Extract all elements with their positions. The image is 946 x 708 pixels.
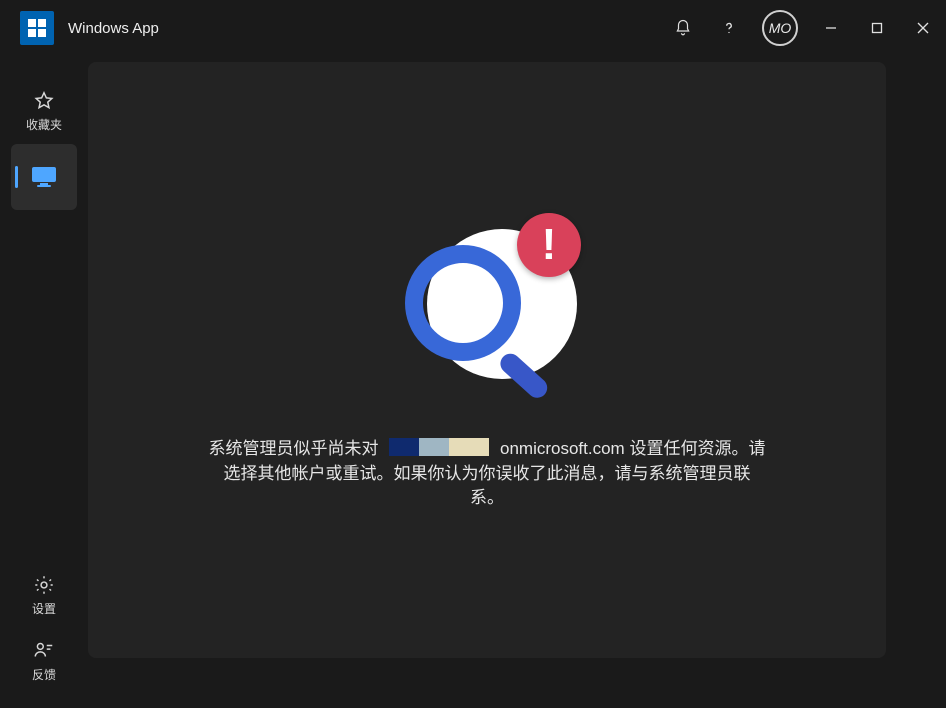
close-icon [917, 22, 929, 34]
message-part1: 系统管理员似乎尚未对 [209, 439, 379, 458]
maximize-icon [871, 22, 883, 34]
sidebar-item-favorites[interactable]: 收藏夹 [11, 78, 77, 144]
titlebar: Windows App MO [0, 0, 946, 56]
redacted-account [389, 438, 489, 456]
help-button[interactable] [706, 0, 752, 56]
windows-app-icon [20, 11, 54, 45]
avatar-initials: MO [769, 20, 792, 36]
app-body: 收藏夹 设置 [0, 56, 946, 708]
sidebar-item-devices[interactable] [11, 144, 77, 210]
app-window: Windows App MO [0, 0, 946, 708]
magnifier-icon [405, 245, 521, 361]
feedback-icon [33, 640, 55, 662]
maximize-button[interactable] [854, 0, 900, 56]
monitor-icon [31, 166, 57, 188]
star-icon [33, 90, 55, 112]
sidebar-item-label: 设置 [32, 600, 56, 617]
sidebar-item-settings[interactable]: 设置 [11, 562, 77, 628]
close-button[interactable] [900, 0, 946, 56]
bell-icon [674, 19, 692, 37]
empty-state-panel: ! 系统管理员似乎尚未对 onmicrosoft.com 设置任何资源。请选择其… [88, 62, 886, 658]
search-error-illustration: ! [387, 209, 587, 409]
empty-state-message: 系统管理员似乎尚未对 onmicrosoft.com 设置任何资源。请选择其他帐… [207, 437, 767, 511]
avatar: MO [762, 10, 798, 46]
account-button[interactable]: MO [752, 0, 808, 56]
sidebar: 收藏夹 设置 [0, 56, 88, 708]
minimize-button[interactable] [808, 0, 854, 56]
notifications-button[interactable] [660, 0, 706, 56]
minimize-icon [825, 22, 837, 34]
sidebar-item-label: 反馈 [32, 666, 56, 683]
app-title: Windows App [68, 20, 159, 37]
content-area: ! 系统管理员似乎尚未对 onmicrosoft.com 设置任何资源。请选择其… [88, 56, 946, 708]
gear-icon [33, 574, 55, 596]
sidebar-item-label: 收藏夹 [26, 116, 62, 133]
alert-badge-icon: ! [517, 213, 581, 277]
help-icon [720, 19, 738, 37]
sidebar-item-feedback[interactable]: 反馈 [11, 628, 77, 694]
windows-logo-icon [28, 19, 46, 37]
